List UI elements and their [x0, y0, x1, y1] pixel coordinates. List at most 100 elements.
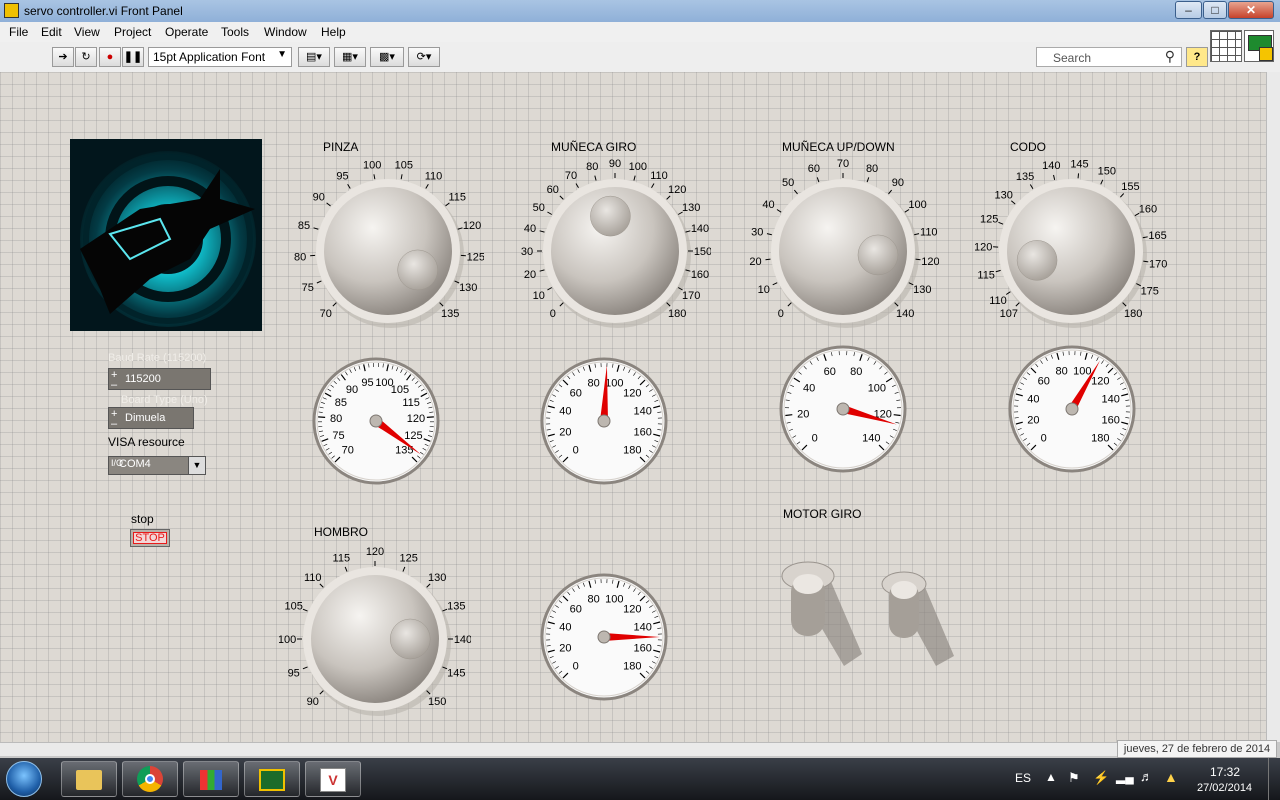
maximize-button[interactable]: □	[1203, 1, 1227, 19]
codo-knob[interactable]: 107110 115 120 125 130 135 140 145 150 155160 165 1…	[975, 153, 1167, 345]
connector-pane-icon[interactable]	[1210, 30, 1242, 62]
gauge-tick-label: 120	[407, 413, 425, 425]
motor-giro-switch-right[interactable]	[878, 568, 968, 670]
gauge-tick-label: 120	[1091, 376, 1109, 388]
knob-tick-label: 105	[395, 159, 413, 171]
menu-window[interactable]: Window	[264, 25, 307, 39]
align-objects-icon[interactable]: ▤▾	[298, 47, 330, 67]
knob-value-dimple	[389, 618, 431, 660]
minimize-button[interactable]: –	[1175, 1, 1202, 19]
menu-file[interactable]: File	[9, 25, 28, 39]
knob-tick-mark	[344, 566, 348, 572]
knob-tick-mark	[772, 282, 778, 286]
folder-icon	[76, 770, 102, 790]
stop-button-label: STOP	[133, 532, 167, 544]
drive-icon[interactable]: ▲	[1164, 769, 1178, 785]
knob-tick-label: 100	[363, 159, 381, 171]
board-type-label: Board Type (Uno)	[121, 394, 208, 406]
knob-tick-mark	[316, 280, 322, 284]
gauge-tick-label: 160	[633, 426, 651, 438]
pause-icon[interactable]: ❚❚	[122, 47, 144, 67]
power-icon[interactable]: ⚡	[1093, 770, 1109, 786]
knob-tick-label: 70	[837, 158, 849, 170]
tray-overflow-icon[interactable]: ▲	[1045, 770, 1057, 784]
gauge-hub	[597, 414, 611, 428]
knob-tick-mark	[866, 177, 870, 183]
gauge-tick-label: 100	[868, 383, 886, 395]
knob-tick-mark	[575, 183, 579, 189]
menu-project[interactable]: Project	[114, 25, 151, 39]
vi-icon[interactable]	[1244, 30, 1274, 62]
distribute-objects-icon[interactable]: ▦▾	[334, 47, 366, 67]
gauge-tick-label: 20	[559, 642, 571, 654]
taskbar-apps[interactable]	[183, 761, 239, 797]
language-indicator[interactable]: ES	[1015, 771, 1031, 785]
menu-edit[interactable]: Edit	[41, 25, 62, 39]
motor-giro-switch-left[interactable]	[778, 558, 868, 670]
show-desktop-button[interactable]	[1268, 758, 1280, 800]
knob-tick-label: 70	[565, 170, 577, 182]
search-icon[interactable]: ⚲	[1165, 48, 1175, 65]
decrement-icon[interactable]: –	[111, 414, 117, 434]
stop-button[interactable]: STOP	[130, 529, 170, 547]
status-date: jueves, 27 de febrero de 2014	[1117, 740, 1277, 758]
network-icon[interactable]: ▂▄	[1116, 770, 1134, 784]
knob-value-dimple	[1016, 240, 1058, 281]
action-center-icon[interactable]: ⚑	[1068, 770, 1080, 786]
menu-view[interactable]: View	[74, 25, 100, 39]
pinza-knob[interactable]: 70 75 80 85 90 95 100 105 110 115 120 125 130 135	[292, 153, 484, 345]
taskbar-vc[interactable]: V	[305, 761, 361, 797]
start-button[interactable]	[6, 761, 42, 797]
muneca-giro-knob[interactable]: 0 10 20 30 40 5060 70 80 90 100110120 130 140 150 160…	[519, 153, 711, 345]
knob-tick-label: 60	[808, 163, 820, 175]
gauge-tick-label: 140	[1101, 394, 1119, 406]
gauge-tick-label: 40	[1027, 394, 1039, 406]
knob-label-hombro: HOMBRO	[314, 525, 368, 539]
baud-rate-control[interactable]: + – 115200	[108, 368, 211, 391]
board-type-control[interactable]: + – Dimuela	[108, 407, 194, 430]
knob-tick-label: 0	[778, 308, 784, 320]
menu-bar: File Edit View Project Operate Tools Win…	[0, 22, 1280, 42]
knob-tick-label: 110	[989, 295, 1007, 307]
search-input[interactable]: Search ⚲	[1036, 47, 1182, 67]
clock-time[interactable]: 17:32	[1210, 765, 1240, 779]
knob-tick-mark	[998, 221, 1004, 225]
visa-resource-control[interactable]: I/O COM4 ▼	[108, 456, 206, 475]
decrement-icon[interactable]: –	[111, 375, 117, 395]
taskbar-labview[interactable]	[244, 761, 300, 797]
taskbar: V ES ▲ ⚑ ⚡ ▂▄ ♬ ▲ 17:32 27/02/2014	[0, 758, 1280, 800]
knob-tick-label: 125	[399, 553, 417, 565]
run-arrow-icon[interactable]: ➔	[52, 47, 74, 67]
muneca-updown-knob[interactable]: 0 10 20 30 40 50 60 70 80 90 100 110 120 130 140	[747, 153, 939, 345]
knob-value-dimple	[397, 249, 438, 291]
knob-tick-label: 60	[547, 184, 559, 196]
menu-tools[interactable]: Tools	[221, 25, 249, 39]
taskbar-explorer[interactable]	[61, 761, 117, 797]
knob-tick-label: 150	[1098, 166, 1116, 178]
reorder-icon[interactable]: ⟳▾	[408, 47, 440, 67]
taskbar-chrome[interactable]	[122, 761, 178, 797]
knob-tick-label: 125	[980, 214, 998, 226]
knob-tick-label: 160	[1139, 203, 1157, 215]
clock-date[interactable]: 27/02/2014	[1197, 782, 1252, 794]
run-continuously-icon[interactable]: ↻	[75, 47, 97, 67]
knob-tick-label: 145	[1070, 158, 1088, 170]
vertical-scrollbar[interactable]	[1266, 72, 1280, 742]
close-button[interactable]: ✕	[1228, 1, 1274, 19]
hombro-knob[interactable]: 90 95 100 105 110 115 120 125 130 135 140 145 150	[279, 541, 471, 733]
knob-tick-label: 140	[1042, 160, 1060, 172]
help-icon[interactable]: ?	[1186, 47, 1208, 67]
gauge-tick-label: 80	[850, 366, 862, 378]
knob-tick-label: 120	[921, 256, 939, 268]
resize-objects-icon[interactable]: ▩▾	[370, 47, 404, 67]
chevron-down-icon[interactable]: ▼	[188, 457, 205, 474]
menu-operate[interactable]: Operate	[165, 25, 208, 39]
abort-icon[interactable]: ●	[99, 47, 121, 67]
gauge-tick-label: 160	[633, 642, 651, 654]
font-select[interactable]: 15pt Application Font ▼	[148, 47, 292, 67]
horizontal-scrollbar[interactable]	[0, 742, 1266, 756]
volume-icon[interactable]: ♬	[1140, 769, 1153, 784]
knob-tick-mark	[559, 302, 564, 307]
gauge-tick-label: 115	[402, 397, 420, 409]
menu-help[interactable]: Help	[321, 25, 346, 39]
